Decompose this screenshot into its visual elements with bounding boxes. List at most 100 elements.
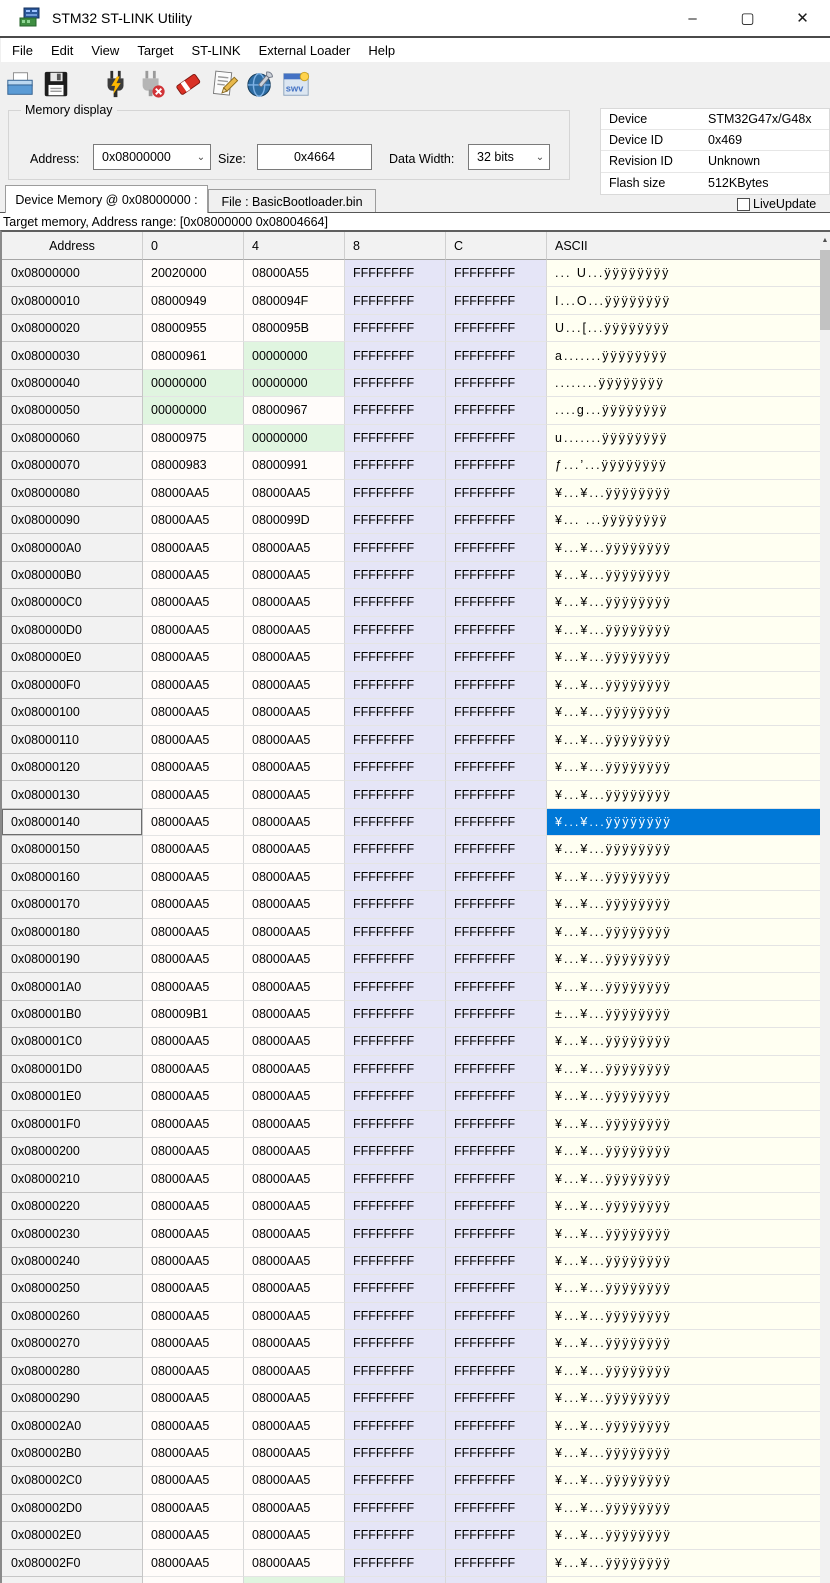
memory-cell[interactable]: 08000AA5 [143, 671, 244, 699]
ascii-cell[interactable]: ....g...ÿÿÿÿÿÿÿÿ [547, 397, 820, 425]
ascii-cell[interactable]: ¥...¥...ÿÿÿÿÿÿÿÿ [547, 1330, 820, 1358]
program-verify-button[interactable] [207, 66, 241, 102]
memory-cell[interactable]: FFFFFFFF [446, 781, 547, 809]
memory-cell[interactable]: 08000AA5 [143, 1522, 244, 1550]
ascii-cell[interactable]: ¥...¥...ÿÿÿÿÿÿÿÿ [547, 1467, 820, 1495]
row-header[interactable]: 0x080000F0 [2, 671, 143, 699]
memory-cell[interactable]: 08000AA5 [244, 1549, 345, 1577]
ascii-cell[interactable]: ¥...¥...ÿÿÿÿÿÿÿÿ [547, 1275, 820, 1303]
ascii-cell[interactable]: ¥...¥...ÿÿÿÿÿÿÿÿ [547, 945, 820, 974]
memory-cell[interactable]: FFFFFFFF [446, 1000, 547, 1029]
memory-cell[interactable]: 08000AA5 [244, 836, 345, 864]
memory-cell[interactable]: FFFFFFFF [446, 397, 547, 425]
memory-cell[interactable]: FFFFFFFF [345, 1522, 446, 1550]
memory-cell[interactable]: FFFFFFFF [446, 753, 547, 782]
ascii-cell[interactable]: ¥...¥...ÿÿÿÿÿÿÿÿ [547, 781, 820, 809]
memory-cell[interactable]: 08000A55 [244, 260, 345, 288]
memory-cell[interactable]: FFFFFFFF [345, 863, 446, 892]
memory-cell[interactable]: FFFFFFFF [345, 260, 446, 288]
memory-cell[interactable]: 08000AA5 [244, 1165, 345, 1193]
memory-cell[interactable]: FFFFFFFF [345, 1467, 446, 1495]
row-header[interactable]: 0x080002F0 [2, 1549, 143, 1577]
memory-cell[interactable]: FFFFFFFF [345, 369, 446, 398]
memory-cell[interactable]: 20020000 [143, 260, 244, 288]
ascii-cell[interactable]: ¥...¥...ÿÿÿÿÿÿÿÿ [547, 1384, 820, 1413]
memory-cell[interactable]: 00000000 [244, 369, 345, 398]
row-header[interactable]: 0x080002A0 [2, 1412, 143, 1440]
memory-cell[interactable]: 08000AA5 [143, 1549, 244, 1577]
ascii-cell[interactable]: ¥...¥...ÿÿÿÿÿÿÿÿ [547, 479, 820, 507]
row-header[interactable]: 0x08000040 [2, 369, 143, 398]
ascii-cell[interactable]: ¥...¥...ÿÿÿÿÿÿÿÿ [547, 589, 820, 617]
menu-view[interactable]: View [82, 40, 128, 61]
memory-cell[interactable]: FFFFFFFF [345, 616, 446, 645]
memory-cell[interactable]: FFFFFFFF [345, 506, 446, 535]
memory-cell[interactable]: FFFFFFFF [345, 1192, 446, 1221]
memory-cell[interactable]: 00000000 [244, 342, 345, 370]
memory-cell[interactable] [244, 1577, 345, 1583]
memory-cell[interactable]: FFFFFFFF [345, 1083, 446, 1111]
row-header[interactable]: 0x08000180 [2, 918, 143, 946]
memory-cell[interactable]: FFFFFFFF [345, 534, 446, 562]
memory-cell[interactable]: 08000AA5 [244, 1439, 345, 1468]
memory-cell[interactable]: FFFFFFFF [446, 1275, 547, 1303]
ascii-cell[interactable]: ¥...¥...ÿÿÿÿÿÿÿÿ [547, 973, 820, 1001]
row-header[interactable]: 0x08000020 [2, 314, 143, 343]
memory-cell[interactable]: FFFFFFFF [446, 1055, 547, 1084]
memory-cell[interactable]: 08000AA5 [143, 1494, 244, 1523]
memory-cell[interactable]: 08000AA5 [244, 1247, 345, 1276]
ascii-cell[interactable]: ¥...¥...ÿÿÿÿÿÿÿÿ [547, 616, 820, 645]
memory-cell[interactable]: 08000AA5 [143, 918, 244, 946]
memory-cell[interactable]: 08000AA5 [143, 1138, 244, 1166]
memory-cell[interactable]: 08000AA5 [143, 1192, 244, 1221]
memory-cell[interactable]: FFFFFFFF [345, 1275, 446, 1303]
ascii-cell[interactable]: U...[...ÿÿÿÿÿÿÿÿ [547, 314, 820, 343]
erase-chip-button[interactable] [171, 66, 205, 102]
row-header[interactable]: 0x08000270 [2, 1330, 143, 1358]
menu-file[interactable]: File [3, 40, 42, 61]
memory-cell[interactable]: 08000AA5 [244, 1192, 345, 1221]
memory-cell[interactable]: FFFFFFFF [345, 1247, 446, 1276]
memory-cell[interactable]: 08000975 [143, 424, 244, 453]
row-header[interactable]: 0x080000B0 [2, 561, 143, 590]
memory-cell[interactable]: 08000AA5 [244, 1522, 345, 1550]
ascii-cell[interactable]: ¥...¥...ÿÿÿÿÿÿÿÿ [547, 644, 820, 672]
memory-cell[interactable]: 08000AA5 [143, 753, 244, 782]
memory-cell[interactable]: FFFFFFFF [446, 589, 547, 617]
ascii-cell[interactable]: ±...¥...ÿÿÿÿÿÿÿÿ [547, 1000, 820, 1029]
memory-cell[interactable] [547, 1577, 820, 1583]
memory-cell[interactable]: FFFFFFFF [446, 836, 547, 864]
ascii-cell[interactable]: a.......ÿÿÿÿÿÿÿÿ [547, 342, 820, 370]
memory-cell[interactable]: FFFFFFFF [446, 314, 547, 343]
data-width-combobox[interactable]: 32 bits ⌄ [468, 144, 550, 170]
memory-cell[interactable]: FFFFFFFF [345, 342, 446, 370]
row-header[interactable]: 0x08000100 [2, 699, 143, 727]
memory-cell[interactable]: 08000AA5 [244, 479, 345, 507]
memory-cell[interactable]: FFFFFFFF [345, 1384, 446, 1413]
row-header[interactable]: 0x08000110 [2, 726, 143, 754]
memory-cell[interactable]: 08000AA5 [244, 1000, 345, 1029]
size-input[interactable]: 0x4664 [257, 144, 372, 170]
memory-cell[interactable]: 0800099D [244, 506, 345, 535]
memory-cell[interactable]: 08000AA5 [244, 1055, 345, 1084]
memory-cell[interactable]: 08000AA5 [143, 1028, 244, 1056]
memory-cell[interactable]: FFFFFFFF [345, 561, 446, 590]
row-header[interactable]: 0x080002B0 [2, 1439, 143, 1468]
memory-cell[interactable]: 08000AA5 [244, 753, 345, 782]
memory-cell[interactable]: FFFFFFFF [446, 973, 547, 1001]
menu-target[interactable]: Target [128, 40, 182, 61]
memory-cell[interactable]: FFFFFFFF [345, 1494, 446, 1523]
row-header[interactable]: 0x08000140 [2, 808, 143, 837]
memory-cell[interactable]: FFFFFFFF [446, 561, 547, 590]
memory-cell[interactable]: FFFFFFFF [345, 781, 446, 809]
memory-cell[interactable]: FFFFFFFF [446, 342, 547, 370]
memory-cell[interactable]: FFFFFFFF [446, 891, 547, 919]
memory-cell[interactable]: FFFFFFFF [446, 1384, 547, 1413]
memory-cell[interactable]: FFFFFFFF [446, 287, 547, 315]
ascii-cell[interactable]: ¥...¥...ÿÿÿÿÿÿÿÿ [547, 1083, 820, 1111]
row-header[interactable]: 0x08000230 [2, 1220, 143, 1248]
ascii-cell[interactable]: ¥...¥...ÿÿÿÿÿÿÿÿ [547, 836, 820, 864]
memory-cell[interactable]: 0800094F [244, 287, 345, 315]
memory-cell[interactable]: FFFFFFFF [446, 863, 547, 892]
scroll-up-icon[interactable]: ▲ [820, 232, 830, 248]
